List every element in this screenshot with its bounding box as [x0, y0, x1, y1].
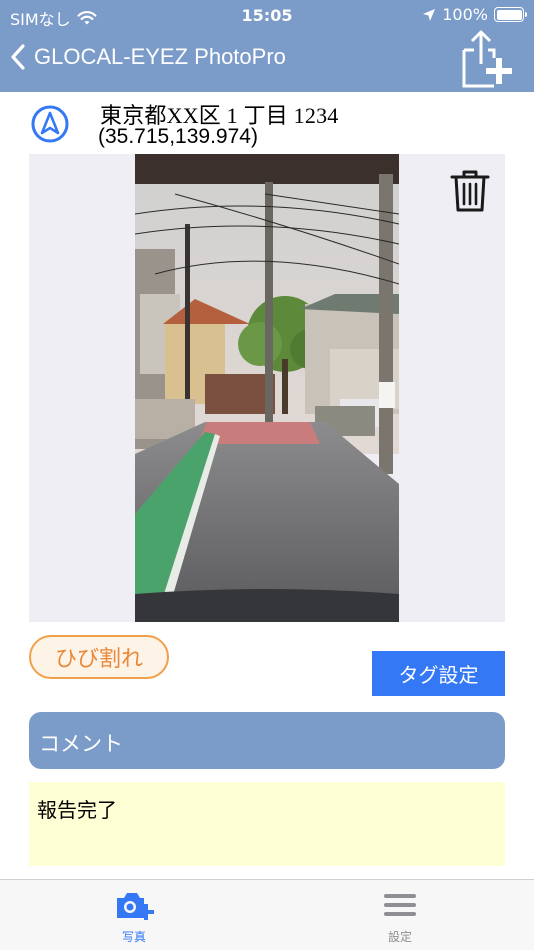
camera-add-icon: [117, 893, 154, 920]
comment-header: コメント: [29, 712, 505, 769]
location-arrow-icon[interactable]: [30, 104, 70, 144]
tab-settings[interactable]: 設定: [340, 888, 460, 945]
trash-icon[interactable]: [449, 168, 491, 214]
status-right: 100%: [422, 5, 527, 24]
tab-settings-label: 設定: [387, 930, 412, 944]
comment-field[interactable]: 報告完了: [29, 782, 505, 866]
battery-icon: [494, 7, 527, 22]
tab-photos-label: 写真: [121, 930, 146, 944]
photo-container: [29, 154, 505, 622]
tab-bar: 写真 設定: [0, 879, 534, 950]
tag-settings-button[interactable]: タグ設定: [372, 651, 505, 696]
tab-photos[interactable]: 写真: [74, 888, 194, 945]
app-title: GLOCAL-EYEZ PhotoPro: [34, 44, 286, 69]
status-bar: SIMなし 15:05 100%: [0, 0, 534, 30]
menu-icon: [384, 894, 416, 916]
share-add-icon[interactable]: [458, 28, 514, 90]
coordinates-text: (35.715,139.974): [98, 125, 258, 148]
location-row: 東京都XX区 1 丁目 1234 (35.715,139.974): [0, 94, 534, 154]
chevron-left-icon: [11, 44, 25, 70]
navigation-bar: GLOCAL-EYEZ PhotoPro: [0, 30, 534, 90]
street-photo[interactable]: [135, 154, 399, 622]
tag-chip[interactable]: ひび割れ: [29, 635, 169, 679]
header-bar: SIMなし 15:05 100% GLOCAL-EYEZ PhotoPro: [0, 0, 534, 92]
location-services-icon: [423, 8, 436, 21]
back-button[interactable]: GLOCAL-EYEZ PhotoPro: [10, 44, 286, 70]
battery-percent: 100%: [442, 5, 488, 24]
